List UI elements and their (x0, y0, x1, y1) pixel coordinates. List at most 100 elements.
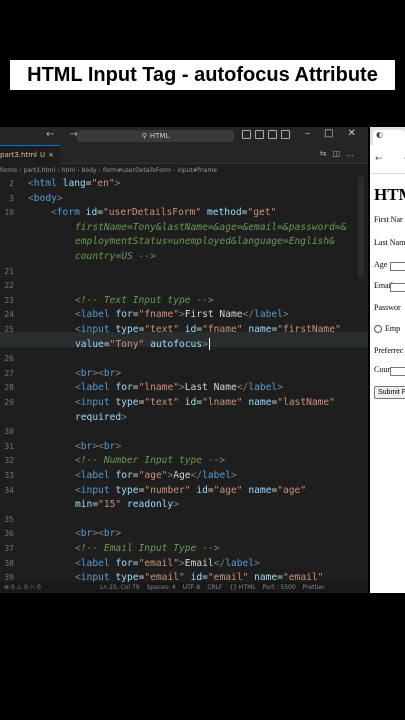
line-number: 26 (4, 354, 14, 364)
code-token: "lastName" (277, 397, 335, 408)
code-line[interactable]: 35 (0, 513, 368, 528)
sidebar-toggle-icon[interactable] (242, 130, 251, 139)
line-number: 32 (4, 456, 14, 466)
code-line[interactable]: 37 <!-- Email Input Type --> (0, 542, 368, 557)
breadcrumb-item[interactable]: input#fname (177, 167, 217, 174)
customize-layout-icon[interactable] (281, 130, 290, 139)
form-label-text: First Nar (374, 215, 403, 224)
code-line[interactable]: 22 (0, 279, 368, 294)
code-line[interactable]: 34 <input type="number" id="age" name="ag… (0, 484, 368, 499)
command-search-box[interactable]: ⚲ HTML (77, 130, 234, 142)
code-line[interactable]: min="15" readonly> (0, 498, 368, 513)
code-token: > (231, 470, 237, 481)
secondary-sidebar-icon[interactable] (268, 130, 277, 139)
code-line[interactable]: 31 <br><br> (0, 440, 368, 455)
code-line[interactable]: 30 (0, 425, 368, 440)
code-token: First Name (184, 309, 243, 321)
code-line[interactable]: 27 <br><br> (0, 367, 368, 382)
code-line[interactable]: employmentStatus=unemployed&language=Eng… (0, 235, 368, 250)
code-token: for (109, 470, 133, 481)
tab-part3-html[interactable]: part3.html U × (0, 145, 60, 164)
breadcrumb-item[interactable]: html (62, 167, 76, 174)
code-token: id (179, 324, 197, 335)
code-line[interactable]: firstName=Tony&lastName=&age=&email=&pas… (0, 221, 368, 236)
panel-toggle-icon[interactable] (255, 130, 264, 139)
status-item[interactable]: {} HTML (229, 584, 255, 591)
browser-nav-arrows[interactable]: ← → (375, 154, 405, 164)
code-token: br (103, 528, 116, 540)
breadcrumb-item[interactable]: form#userDetailsForm (103, 167, 171, 174)
code-token: label (80, 470, 110, 481)
form-input[interactable] (390, 283, 405, 292)
code-text: <input type="text" id="fname" name="firs… (75, 323, 341, 338)
status-item[interactable]: CRLF (207, 584, 222, 591)
status-item[interactable]: UTF-8 (183, 584, 201, 591)
code-token: id (190, 484, 208, 496)
code-line[interactable]: country=US --> (0, 250, 368, 265)
code-token: firstName=Tony&lastName=&age=&email=&pas… (75, 221, 347, 233)
status-item[interactable]: Spaces: 4 (147, 584, 176, 591)
code-token: > (283, 309, 289, 321)
status-item[interactable]: Ln 25, Col 79 (100, 584, 140, 591)
code-line[interactable]: 29 <input type="text" id="lname" name="la… (0, 396, 368, 411)
code-line[interactable]: 3 <body> (0, 192, 368, 207)
breadcrumb-item[interactable]: body (82, 167, 97, 174)
tab-close-icon[interactable]: × (48, 151, 54, 159)
code-line[interactable]: 2 <html lang="en"> (0, 177, 368, 192)
code-text: <form id="userDetailsForm" method="get" (51, 206, 276, 221)
code-line[interactable]: 38 <label for="email">Email</label> (0, 557, 368, 572)
code-token: name (242, 324, 272, 335)
code-token: "lname" (202, 397, 243, 408)
search-label: HTML (149, 132, 170, 140)
code-line[interactable]: required> (0, 411, 368, 426)
breadcrumb-item[interactable]: part3.html (24, 167, 56, 174)
code-line[interactable]: 25 <input type="text" id="fname" name="fi… (0, 323, 368, 338)
code-line[interactable]: 23 <!-- Text Input type --> (0, 294, 368, 309)
code-token: type (109, 324, 139, 335)
problems-indicator[interactable]: ⊗ 0 ⚠ 0 ⚐ 0 (4, 584, 41, 591)
code-line[interactable]: 26 (0, 352, 368, 367)
code-token: "en" (91, 178, 115, 189)
status-item[interactable]: Port : 5500 (263, 584, 296, 591)
code-token: br (80, 440, 93, 452)
editor-tab-bar: part3.html U × ⇆ ◫ … (0, 145, 368, 164)
compare-changes-icon[interactable]: ⇆ (320, 149, 327, 158)
code-line[interactable]: 36 <br><br> (0, 527, 368, 542)
maximize-icon[interactable]: □ (324, 128, 333, 139)
code-token: required (75, 411, 122, 423)
form-label: First Nar (374, 215, 403, 224)
breadcrumb-item[interactable]: forms (0, 167, 17, 174)
code-token: "firstName" (277, 324, 341, 335)
browser-tab[interactable]: ◐ (373, 130, 405, 145)
code-text: min="15" readonly> (75, 498, 179, 513)
split-editor-icon[interactable]: ◫ (332, 149, 340, 158)
form-label-text: Last Nam (374, 238, 405, 247)
form-label: Preferrec (374, 346, 403, 355)
code-token: label (225, 557, 255, 569)
radio-button[interactable] (374, 325, 382, 334)
code-token: > (173, 499, 179, 511)
code-token: "age" (213, 484, 243, 496)
code-line[interactable]: value="Tony" autofocus> (0, 337, 368, 353)
form-input[interactable] (390, 367, 405, 376)
code-token: > (202, 338, 208, 350)
code-line[interactable]: 32 <!-- Number Input type --> (0, 454, 368, 469)
more-actions-icon[interactable]: … (346, 149, 354, 158)
code-line[interactable]: 28 <label for="lname">Last Name</label> (0, 381, 368, 396)
code-token: br (80, 528, 93, 540)
code-line[interactable]: 24 <label for="fname">First Name</label> (0, 308, 368, 323)
code-token: > (114, 178, 121, 189)
minimize-icon[interactable]: – (305, 128, 310, 139)
close-icon[interactable]: ✕ (347, 128, 355, 139)
editor-actions: ⇆ ◫ … (320, 149, 354, 158)
submit-button[interactable]: Submit F (374, 386, 405, 399)
code-line[interactable]: 21 (0, 265, 368, 280)
code-token: > (254, 557, 260, 569)
code-line[interactable]: 10 <form id="userDetailsForm" method="get… (0, 206, 368, 221)
code-text: <body> (28, 192, 63, 207)
minimap[interactable] (358, 177, 364, 277)
code-text: <label for="fname">First Name</label> (75, 308, 289, 323)
status-item[interactable]: Prettier (303, 584, 325, 591)
code-line[interactable]: 33 <label for="age">Age</label> (0, 469, 368, 484)
form-input[interactable] (390, 262, 405, 271)
